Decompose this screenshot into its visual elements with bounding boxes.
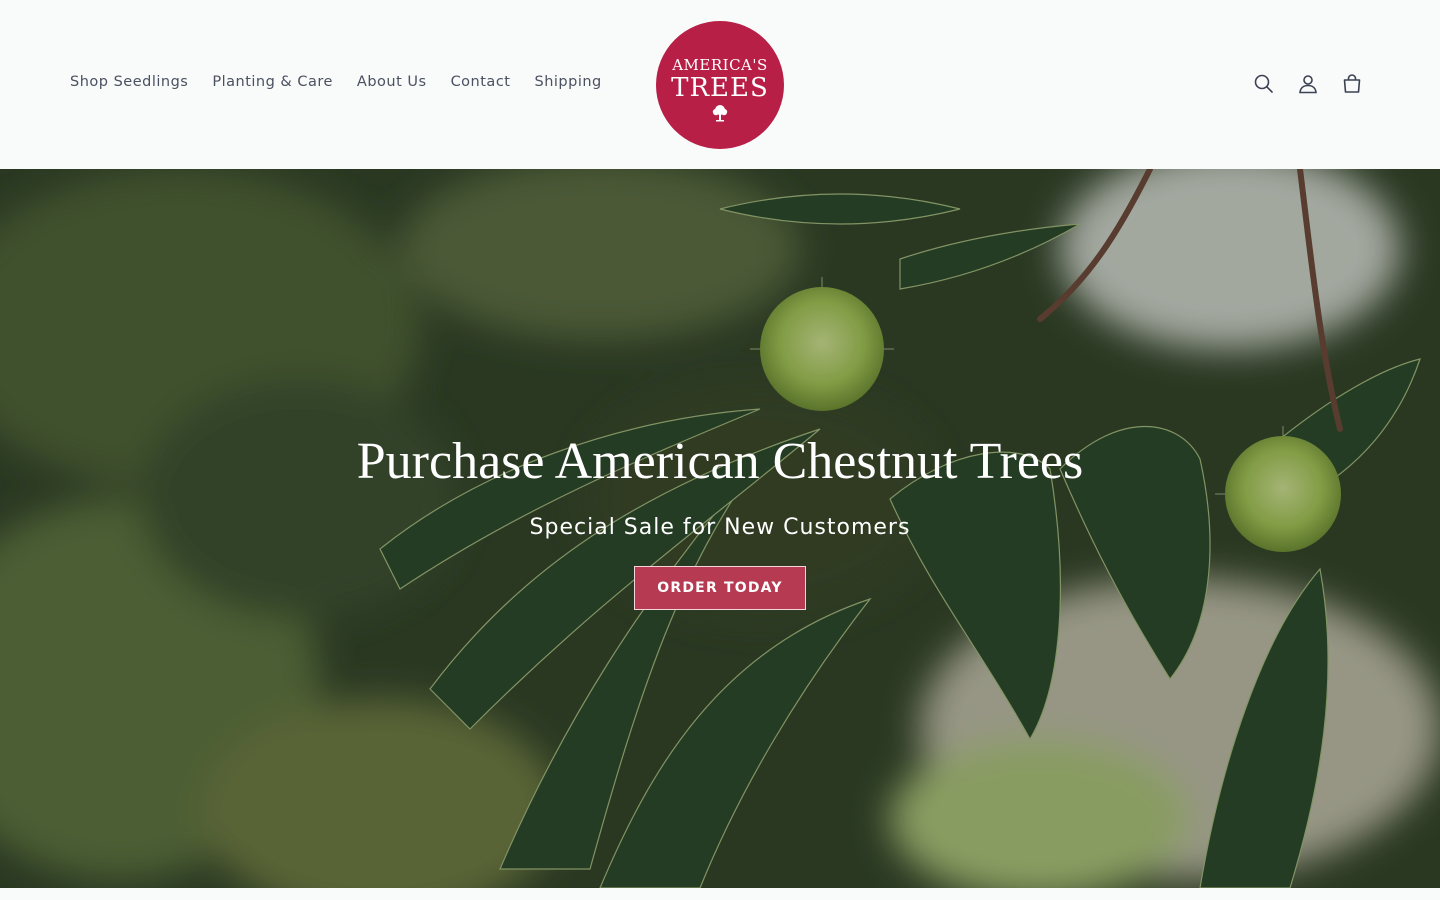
nav-shop-seedlings[interactable]: Shop Seedlings [58,70,200,94]
nav-planting-care[interactable]: Planting & Care [200,70,345,94]
hero-subtitle: Special Sale for New Customers [529,515,911,541]
site-header: Shop Seedlings Planting & Care About Us … [0,0,1440,168]
tree-icon [711,104,729,122]
hero-content: Purchase American Chestnut Trees Special… [0,431,1440,611]
section-divider [0,888,1440,900]
logo-text-main: TREES [671,72,769,103]
search-icon[interactable] [1242,62,1286,106]
nav-about-us[interactable]: About Us [345,70,439,94]
hero-title: Purchase American Chestnut Trees [356,433,1084,490]
account-icon[interactable] [1286,62,1330,106]
header-icons [1242,62,1374,106]
cart-icon[interactable] [1330,62,1374,106]
logo-text-top: AMERICA'S [672,55,768,74]
nav-shipping[interactable]: Shipping [522,70,613,94]
site-logo[interactable]: AMERICA'S TREES [656,21,784,149]
order-today-button[interactable]: ORDER TODAY [634,566,806,611]
nav-contact[interactable]: Contact [439,70,523,94]
main-nav: Shop Seedlings Planting & Care About Us … [58,70,614,94]
hero-banner: Purchase American Chestnut Trees Special… [0,169,1440,888]
